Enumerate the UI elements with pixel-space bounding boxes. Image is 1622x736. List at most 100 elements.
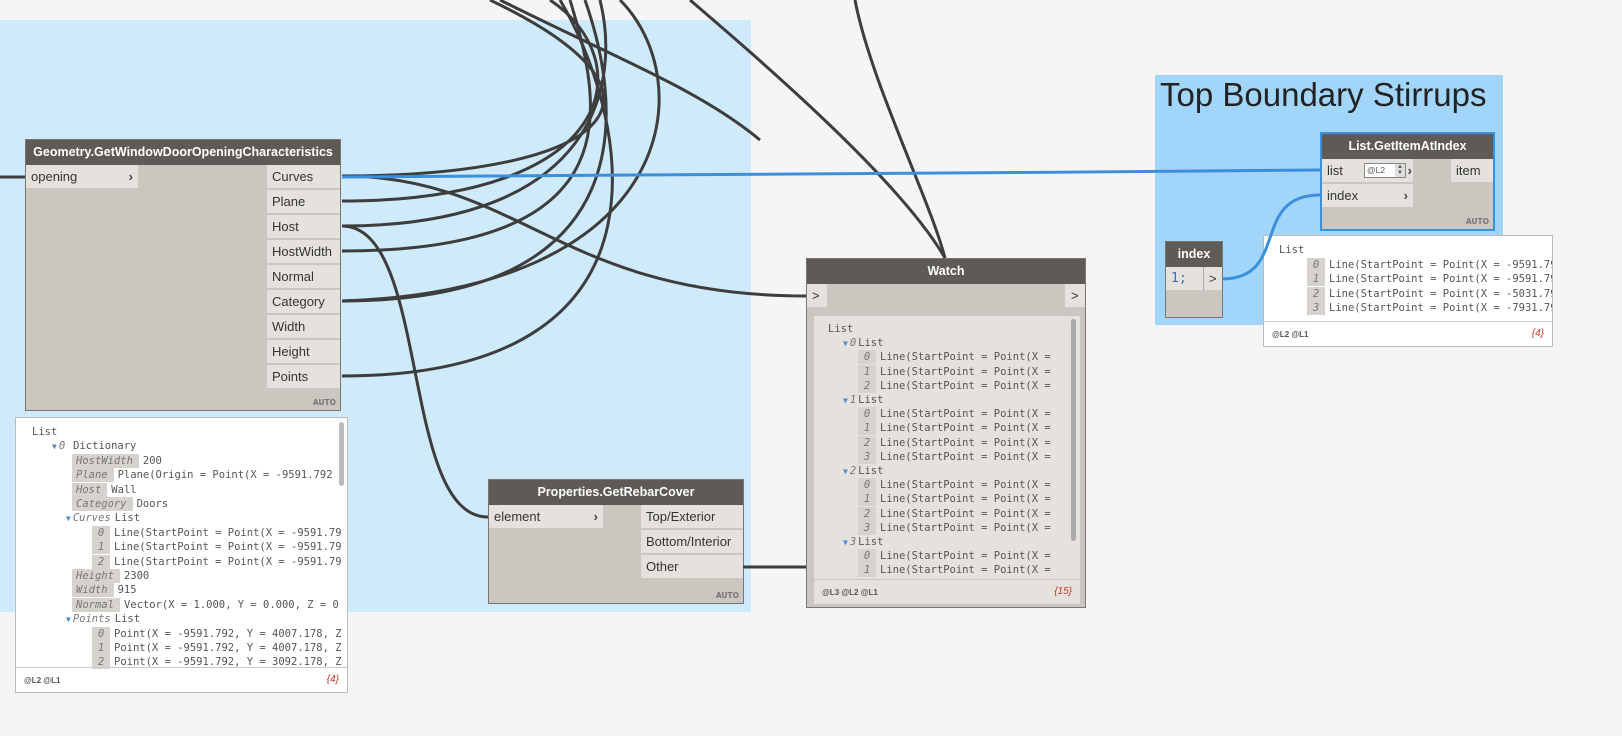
item-value: 2300 bbox=[123, 570, 150, 582]
output-port-height[interactable]: Height bbox=[267, 340, 340, 364]
input-port-list[interactable]: list @L2 ▲ ▼ › bbox=[1322, 159, 1413, 183]
item-index: 2 bbox=[858, 435, 876, 450]
node-watch[interactable]: Watch > > List ▼ 0 List 0 Line(StartPoint = P… bbox=[806, 258, 1086, 608]
list-item: List bbox=[1279, 243, 1304, 257]
item-index: 0 bbox=[849, 337, 857, 350]
item-value: Line(StartPoint = Point(X = bbox=[880, 379, 1051, 392]
item-value: List bbox=[32, 426, 58, 438]
item-index: 1 bbox=[92, 540, 110, 555]
expand-toggle-icon[interactable]: ▼ bbox=[843, 538, 848, 547]
node-geometry-get-opening[interactable]: Geometry.GetWindowDoorOpeningCharacteris… bbox=[25, 139, 341, 411]
output-port-width[interactable]: Width bbox=[267, 315, 340, 339]
list-item: ▼ 1 List bbox=[843, 393, 883, 407]
item-value: Point(X = -9591.792, Y = 4007.178, Z bbox=[114, 627, 342, 640]
output-port-other[interactable]: Other bbox=[641, 555, 743, 579]
item-value: Doors bbox=[136, 498, 169, 510]
output-port-host[interactable]: Host bbox=[267, 215, 340, 239]
list-item: 0 Line(StartPoint = Point(X = bbox=[858, 407, 1051, 422]
item-index: 0 bbox=[92, 525, 110, 540]
output-port-plane[interactable]: Plane bbox=[267, 190, 340, 214]
item-value: Vector(X = 1.000, Y = 0.000, Z = 0 bbox=[123, 598, 339, 611]
list-level-stepper[interactable]: @L2 ▲ ▼ bbox=[1364, 163, 1406, 178]
item-value: Line(StartPoint = Point(X = bbox=[880, 351, 1051, 364]
expand-toggle-icon[interactable]: ▼ bbox=[843, 467, 848, 476]
node-list-get-item-at-index[interactable]: List.GetItemAtIndex list @L2 ▲ ▼ › index › … bbox=[1320, 132, 1495, 231]
node-code-block-index[interactable]: index 1; > bbox=[1165, 241, 1223, 318]
input-port-opening[interactable]: opening › bbox=[26, 165, 138, 189]
expand-toggle-icon[interactable]: ▼ bbox=[66, 514, 71, 523]
scrollbar[interactable] bbox=[339, 422, 344, 486]
expand-toggle-icon[interactable]: ▼ bbox=[843, 396, 848, 405]
item-index: 3 bbox=[858, 520, 876, 535]
list-item: 1 Line(StartPoint = Point(X = -9591.79 bbox=[92, 540, 342, 555]
expand-toggle-icon[interactable]: ▼ bbox=[66, 615, 71, 624]
list-item: 2 Line(StartPoint = Point(X = bbox=[858, 435, 1051, 450]
node-title[interactable]: Watch bbox=[807, 259, 1085, 284]
wire-top-watch-2 bbox=[853, 0, 947, 259]
item-value: Line(StartPoint = Point(X = -9591.792 bbox=[1329, 258, 1553, 271]
item-index: 1 bbox=[858, 492, 876, 507]
item-value: Line(StartPoint = Point(X = -9591.79 bbox=[114, 526, 342, 539]
list-item: ▼ 0 Dictionary bbox=[52, 439, 136, 453]
output-port[interactable]: > bbox=[1203, 267, 1222, 291]
item-key: Plane bbox=[72, 468, 114, 483]
item-index: 0 bbox=[858, 549, 876, 564]
item-value: Line(StartPoint = Point(X = bbox=[880, 521, 1051, 534]
node-get-rebar-cover[interactable]: Properties.GetRebarCover element › Top/Ex… bbox=[488, 479, 744, 604]
output-port-bottominterior[interactable]: Bottom/Interior bbox=[641, 530, 743, 554]
item-index: 0 bbox=[1307, 257, 1325, 272]
output-port-hostwidth[interactable]: HostWidth bbox=[267, 240, 340, 264]
list-item: 1 Line(StartPoint = Point(X = bbox=[858, 492, 1051, 507]
expand-toggle-icon[interactable]: ▼ bbox=[52, 442, 57, 451]
output-port-category[interactable]: Category bbox=[267, 290, 340, 314]
levels-label: @L2 @L1 bbox=[1272, 330, 1309, 339]
list-item: List bbox=[828, 322, 853, 336]
node-title[interactable]: Geometry.GetWindowDoorOpeningCharacteris… bbox=[26, 140, 340, 165]
list-item: List bbox=[32, 425, 57, 439]
item-index: 2 bbox=[92, 554, 110, 569]
output-port-topexterior[interactable]: Top/Exterior bbox=[641, 505, 743, 529]
item-value: Line(StartPoint = Point(X = bbox=[880, 436, 1051, 449]
item-index: 1 bbox=[858, 421, 876, 436]
watch-preview[interactable]: List ▼ 0 List 0 Line(StartPoint = Point(X = 1 L… bbox=[813, 315, 1081, 605]
output-port[interactable]: > bbox=[1065, 284, 1085, 308]
geometry-preview[interactable]: List ▼ 0 Dictionary HostWidth 200 Plane Plane(O… bbox=[15, 417, 348, 693]
output-port-points[interactable]: Points bbox=[267, 365, 340, 389]
scrollbar[interactable] bbox=[1071, 319, 1076, 541]
item-key: Height bbox=[72, 569, 120, 583]
item-value: 915 bbox=[117, 584, 137, 597]
item-value: Line(StartPoint = Point(X = bbox=[880, 564, 1051, 577]
item-value: Line(StartPoint = Point(X = bbox=[880, 408, 1051, 421]
item-value: List bbox=[858, 465, 884, 477]
group-title[interactable]: Top Boundary Stirrups bbox=[1160, 76, 1487, 114]
node-title[interactable]: Properties.GetRebarCover bbox=[489, 480, 743, 505]
item-value: Line(StartPoint = Point(X = bbox=[880, 450, 1051, 463]
lacing-label: AUTO bbox=[715, 591, 739, 600]
item-value: Line(StartPoint = Point(X = -7931.792 bbox=[1329, 302, 1553, 314]
list-item: 0 Line(StartPoint = Point(X = bbox=[858, 478, 1051, 493]
item-index: 0 bbox=[858, 407, 876, 422]
expand-toggle-icon[interactable]: ▼ bbox=[843, 339, 848, 348]
list-level-value: @L2 bbox=[1367, 165, 1386, 175]
list-item: 2 Line(StartPoint = Point(X = bbox=[858, 378, 1051, 393]
list-item: Category Doors bbox=[72, 497, 168, 511]
node-title[interactable]: index bbox=[1166, 242, 1222, 267]
output-port-normal[interactable]: Normal bbox=[267, 265, 340, 289]
item-count: {4} bbox=[326, 674, 339, 685]
input-port-index[interactable]: index › bbox=[1322, 184, 1413, 208]
list-item: 1 Line(StartPoint = Point(X = -9591.792 bbox=[1307, 272, 1552, 286]
input-port-element[interactable]: element › bbox=[489, 505, 603, 529]
input-port[interactable]: > bbox=[807, 284, 827, 308]
item-value: Line(StartPoint = Point(X = bbox=[880, 507, 1051, 520]
item-index: 1 bbox=[1307, 272, 1325, 286]
get-item-preview[interactable]: List 0 Line(StartPoint = Point(X = -9591.7… bbox=[1263, 235, 1553, 347]
levels-label: @L3 @L2 @L1 bbox=[822, 588, 878, 597]
output-port-item[interactable]: item bbox=[1451, 159, 1493, 183]
item-index: 0 bbox=[858, 350, 876, 365]
output-port-curves[interactable]: Curves bbox=[267, 165, 340, 189]
code-input[interactable]: 1; bbox=[1166, 267, 1204, 291]
item-index: 3 bbox=[858, 449, 876, 464]
port-label: index bbox=[1327, 188, 1359, 203]
stepper-arrows-icon[interactable]: ▲ ▼ bbox=[1395, 164, 1405, 177]
node-title[interactable]: List.GetItemAtIndex bbox=[1322, 134, 1493, 159]
